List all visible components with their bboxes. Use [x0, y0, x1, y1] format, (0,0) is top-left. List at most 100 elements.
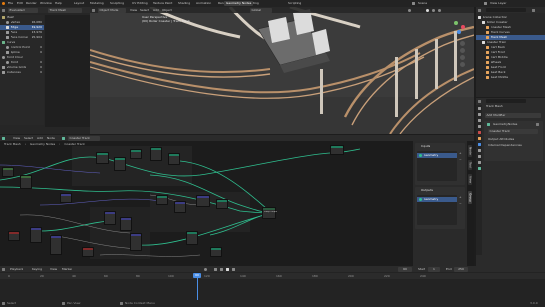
perspective-toggle-icon[interactable]: [460, 62, 465, 67]
add-modifier-button[interactable]: Add Modifier: [485, 113, 541, 118]
node[interactable]: [2, 167, 14, 177]
node-group-field[interactable]: Coaster Track: [488, 129, 538, 134]
output-attributes-section[interactable]: Output Attributes: [488, 138, 538, 141]
frame-ruler[interactable]: 0 20 40 60 80 100 120 140 160 180 200 22…: [0, 273, 545, 279]
tab-layout[interactable]: Layout: [72, 1, 86, 6]
menu-render[interactable]: Render: [26, 2, 37, 5]
add-input-button[interactable]: +: [459, 152, 462, 155]
node[interactable]: [60, 193, 72, 203]
viewport-menu-select[interactable]: Select: [140, 9, 149, 12]
timeline-menu-keying[interactable]: Keying: [32, 268, 42, 271]
end-frame-field[interactable]: 250: [454, 267, 468, 272]
node[interactable]: [120, 217, 132, 231]
blender-logo-icon[interactable]: [2, 2, 5, 5]
particles-tab-icon[interactable]: [477, 149, 481, 152]
node[interactable]: [174, 201, 186, 213]
tab-animation[interactable]: Animation: [194, 1, 213, 6]
record-icon[interactable]: [204, 267, 207, 271]
viewport-menu-view[interactable]: View: [130, 9, 137, 12]
node[interactable]: [50, 235, 62, 255]
tab-sculpting[interactable]: Sculpting: [108, 1, 126, 6]
node[interactable]: [196, 195, 210, 207]
navigation-gizmo[interactable]: [450, 19, 468, 37]
node[interactable]: [8, 231, 20, 241]
view-layer-selector[interactable]: View Layer: [490, 2, 540, 5]
constraints-tab-icon[interactable]: [477, 161, 481, 164]
zoom-icon[interactable]: [460, 41, 465, 46]
camera-view-icon[interactable]: [460, 55, 465, 60]
shading-rendered-icon[interactable]: [438, 8, 441, 12]
properties-search-input[interactable]: [486, 99, 526, 103]
outliner-item[interactable]: Seat Middle: [476, 75, 545, 80]
remove-output-button[interactable]: −: [459, 202, 462, 205]
node[interactable]: [330, 145, 344, 155]
close-icon[interactable]: [536, 122, 539, 126]
node[interactable]: [156, 195, 168, 205]
tab-modeling[interactable]: Modeling: [88, 1, 106, 6]
outputs-title[interactable]: Outputs: [421, 189, 433, 192]
node[interactable]: [114, 157, 126, 171]
sidebar-tab-node[interactable]: Node: [467, 145, 472, 157]
play-reverse-icon[interactable]: [220, 267, 223, 271]
spreadsheet-editor-icon[interactable]: [2, 8, 5, 12]
menu-help[interactable]: Help: [55, 2, 62, 5]
gizmo-z-axis-icon[interactable]: [457, 30, 461, 34]
tab-uv-editing[interactable]: UV Editing: [130, 1, 150, 6]
timeline-menu-view[interactable]: View: [50, 268, 57, 271]
scene-tab-icon[interactable]: [477, 125, 481, 128]
pan-hand-icon[interactable]: [460, 48, 465, 53]
playhead[interactable]: 60: [193, 272, 201, 300]
tab-texture-paint[interactable]: Texture Paint: [151, 1, 174, 6]
world-tab-icon[interactable]: [477, 131, 481, 134]
node[interactable]: [96, 152, 109, 164]
physics-tab-icon[interactable]: [477, 155, 481, 158]
domain-item-instances[interactable]: Instances 0: [0, 70, 44, 75]
node[interactable]: [168, 153, 180, 165]
sidebar-tab-view[interactable]: View: [467, 174, 472, 186]
add-output-button[interactable]: +: [459, 196, 462, 199]
tool-tab-icon[interactable]: [477, 107, 481, 110]
modifier-tab-icon[interactable]: [477, 143, 481, 146]
menu-edit[interactable]: Edit: [17, 2, 23, 5]
node[interactable]: [130, 149, 142, 159]
node[interactable]: [82, 247, 94, 257]
scene-selector[interactable]: Scene: [418, 2, 458, 5]
overlays-icon[interactable]: [408, 8, 411, 12]
gizmo-x-axis-icon[interactable]: [461, 25, 465, 29]
data-tab-icon[interactable]: [477, 167, 481, 170]
internal-dependencies-section[interactable]: Internal Dependencies: [488, 144, 538, 147]
render-tab-icon[interactable]: [477, 113, 481, 116]
tab-scripting[interactable]: Scripting: [286, 1, 303, 6]
node[interactable]: [30, 227, 42, 243]
play-icon[interactable]: [226, 267, 229, 271]
tab-geometry-nodes[interactable]: Geometry Nodes: [224, 1, 254, 6]
remove-input-button[interactable]: −: [459, 158, 462, 161]
shading-material-icon[interactable]: [432, 8, 435, 12]
filter-icon[interactable]: [532, 8, 535, 12]
viewport-menu-add[interactable]: Add: [153, 9, 159, 12]
gizmo-y-axis-icon[interactable]: [454, 21, 458, 25]
node[interactable]: [210, 247, 222, 257]
evaluated-dropdown[interactable]: Evaluated: [8, 8, 38, 13]
sidebar-tab-tool[interactable]: Tool: [467, 160, 472, 170]
node[interactable]: [150, 147, 162, 161]
output-socket-item[interactable]: Geometry: [417, 197, 457, 202]
node-editor[interactable]: View Select Add Node Coaster Track Track…: [0, 135, 474, 266]
current-frame-field[interactable]: 60: [398, 267, 412, 272]
outliner-search-input[interactable]: [486, 8, 526, 12]
node[interactable]: [186, 231, 198, 245]
node[interactable]: [130, 233, 142, 251]
spreadsheet-object-field[interactable]: Track Mesh: [48, 8, 82, 13]
modifier-name-field[interactable]: GeometryNodes: [493, 123, 527, 126]
viewport-editor-icon[interactable]: [92, 8, 95, 12]
node[interactable]: [20, 175, 32, 189]
object-tab-icon[interactable]: [477, 137, 481, 140]
menu-file[interactable]: File: [8, 2, 13, 5]
sidebar-tab-group[interactable]: Group: [467, 191, 472, 205]
jump-end-icon[interactable]: [232, 267, 235, 271]
tab-shading[interactable]: Shading: [176, 1, 192, 6]
group-output-node[interactable]: Group Output: [262, 207, 277, 219]
output-tab-icon[interactable]: [477, 119, 481, 122]
properties-editor-icon[interactable]: [478, 99, 481, 103]
inputs-title[interactable]: Inputs: [421, 145, 430, 148]
